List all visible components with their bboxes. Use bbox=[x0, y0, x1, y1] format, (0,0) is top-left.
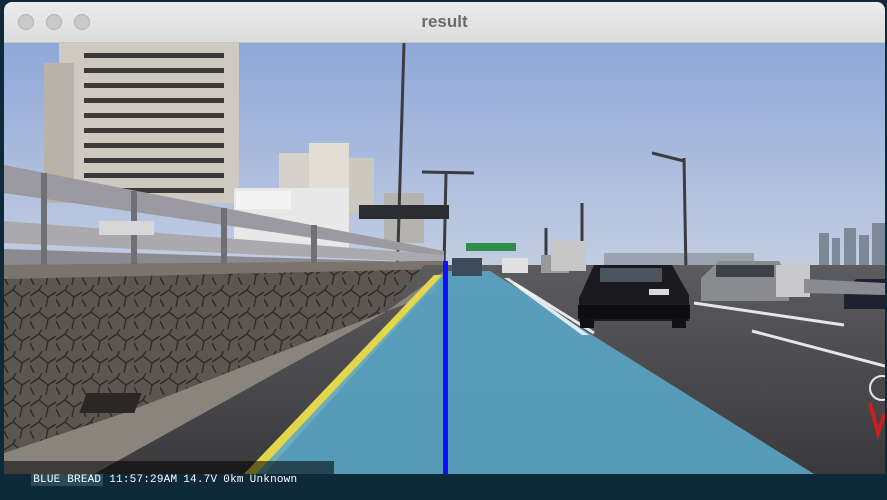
silver-suv bbox=[701, 261, 810, 301]
window-title: result bbox=[421, 12, 468, 31]
lane-center-line bbox=[443, 261, 448, 474]
title-bar[interactable]: result bbox=[4, 2, 885, 43]
dashcam-time: 11:57:29AM bbox=[109, 474, 178, 486]
dashcam-location: Unknown bbox=[249, 474, 298, 486]
app-window: result BLUE BREAD 11:57:29AM 14.7V 0km U… bbox=[0, 0, 887, 486]
road-scene bbox=[4, 43, 885, 474]
drain-grate bbox=[79, 393, 142, 413]
dashcam-brand: BLUE BREAD bbox=[31, 474, 104, 486]
dashcam-speed: 0km bbox=[223, 474, 244, 486]
dashcam-voltage: 14.7V bbox=[183, 474, 218, 486]
video-frame bbox=[4, 43, 885, 474]
dashcam-info-bar: BLUE BREAD 11:57:29AM 14.7V 0km Unknown bbox=[4, 461, 334, 486]
black-sedan bbox=[578, 265, 690, 328]
